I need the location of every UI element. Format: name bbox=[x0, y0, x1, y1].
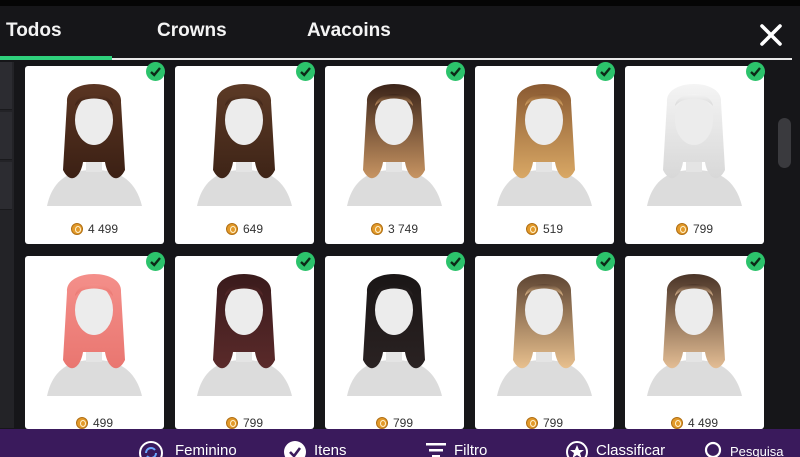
hair-preview-image bbox=[647, 274, 742, 396]
item-card[interactable]: 519 bbox=[475, 66, 614, 244]
item-card[interactable]: 499 bbox=[25, 256, 164, 429]
price-value: 519 bbox=[542, 222, 564, 236]
check-circle-icon[interactable] bbox=[284, 441, 306, 457]
item-price: 799 bbox=[625, 222, 764, 236]
item-price: 3 749 bbox=[325, 222, 464, 236]
gender-filter-button[interactable]: Feminino bbox=[175, 442, 237, 457]
bottom-toolbar: Feminino Itens Filtro Classificar Pesqui… bbox=[0, 429, 800, 457]
owned-check-icon bbox=[746, 62, 765, 81]
hair-preview-image bbox=[197, 84, 292, 206]
avacoin-icon bbox=[370, 223, 383, 235]
hair-preview-image bbox=[497, 84, 592, 206]
item-card[interactable]: 649 bbox=[175, 66, 314, 244]
avacoin-icon bbox=[670, 417, 683, 429]
item-price: 519 bbox=[475, 222, 614, 236]
owned-check-icon bbox=[146, 62, 165, 81]
price-value: 799 bbox=[392, 416, 414, 429]
item-card[interactable]: 799 bbox=[175, 256, 314, 429]
price-value: 799 bbox=[242, 416, 264, 429]
filter-button[interactable]: Filtro bbox=[454, 442, 487, 457]
hair-preview-image bbox=[347, 274, 442, 396]
owned-items-button[interactable]: Itens bbox=[314, 442, 347, 457]
hair-preview-image bbox=[647, 84, 742, 206]
hair-preview-image bbox=[197, 274, 292, 396]
sort-button[interactable]: Classificar bbox=[596, 442, 665, 457]
owned-check-icon bbox=[146, 252, 165, 271]
hair-preview-image bbox=[47, 84, 142, 206]
owned-check-icon bbox=[746, 252, 765, 271]
avacoin-icon bbox=[525, 223, 538, 235]
price-value: 4 499 bbox=[687, 416, 719, 429]
avacoin-icon bbox=[75, 417, 88, 429]
item-card[interactable]: 799 bbox=[625, 66, 764, 244]
item-price: 799 bbox=[175, 416, 314, 429]
owned-check-icon bbox=[596, 62, 615, 81]
item-price: 4 499 bbox=[25, 222, 164, 236]
item-card[interactable]: 4 499 bbox=[25, 66, 164, 244]
item-price: 499 bbox=[25, 416, 164, 429]
owned-check-icon bbox=[296, 252, 315, 271]
item-card[interactable]: 799 bbox=[325, 256, 464, 429]
avacoin-icon bbox=[675, 223, 688, 235]
item-card[interactable]: 4 499 bbox=[625, 256, 764, 429]
avacoin-icon bbox=[375, 417, 388, 429]
price-value: 4 499 bbox=[87, 222, 119, 236]
avacoin-icon bbox=[225, 417, 238, 429]
item-grid: 4 499 649 3 749 519 799 499 799 799 799 4 499 bbox=[0, 0, 800, 457]
price-value: 799 bbox=[542, 416, 564, 429]
price-value: 799 bbox=[692, 222, 714, 236]
filter-icon[interactable] bbox=[426, 441, 446, 457]
avacoin-icon bbox=[225, 223, 238, 235]
price-value: 3 749 bbox=[387, 222, 419, 236]
sort-star-icon[interactable] bbox=[566, 441, 588, 457]
item-price: 4 499 bbox=[625, 416, 764, 429]
owned-check-icon bbox=[446, 252, 465, 271]
hair-preview-image bbox=[347, 84, 442, 206]
item-card[interactable]: 799 bbox=[475, 256, 614, 429]
price-value: 499 bbox=[92, 416, 114, 429]
hair-preview-image bbox=[47, 274, 142, 396]
price-value: 649 bbox=[242, 222, 264, 236]
item-price: 799 bbox=[325, 416, 464, 429]
item-price: 799 bbox=[475, 416, 614, 429]
item-price: 649 bbox=[175, 222, 314, 236]
owned-check-icon bbox=[296, 62, 315, 81]
search-button[interactable]: Pesquisa bbox=[730, 444, 783, 457]
owned-check-icon bbox=[596, 252, 615, 271]
owned-check-icon bbox=[446, 62, 465, 81]
hair-preview-image bbox=[497, 274, 592, 396]
avacoin-icon bbox=[525, 417, 538, 429]
item-card[interactable]: 3 749 bbox=[325, 66, 464, 244]
gender-switch-icon[interactable] bbox=[139, 441, 163, 457]
avacoin-icon bbox=[70, 223, 83, 235]
search-icon[interactable] bbox=[704, 441, 724, 457]
